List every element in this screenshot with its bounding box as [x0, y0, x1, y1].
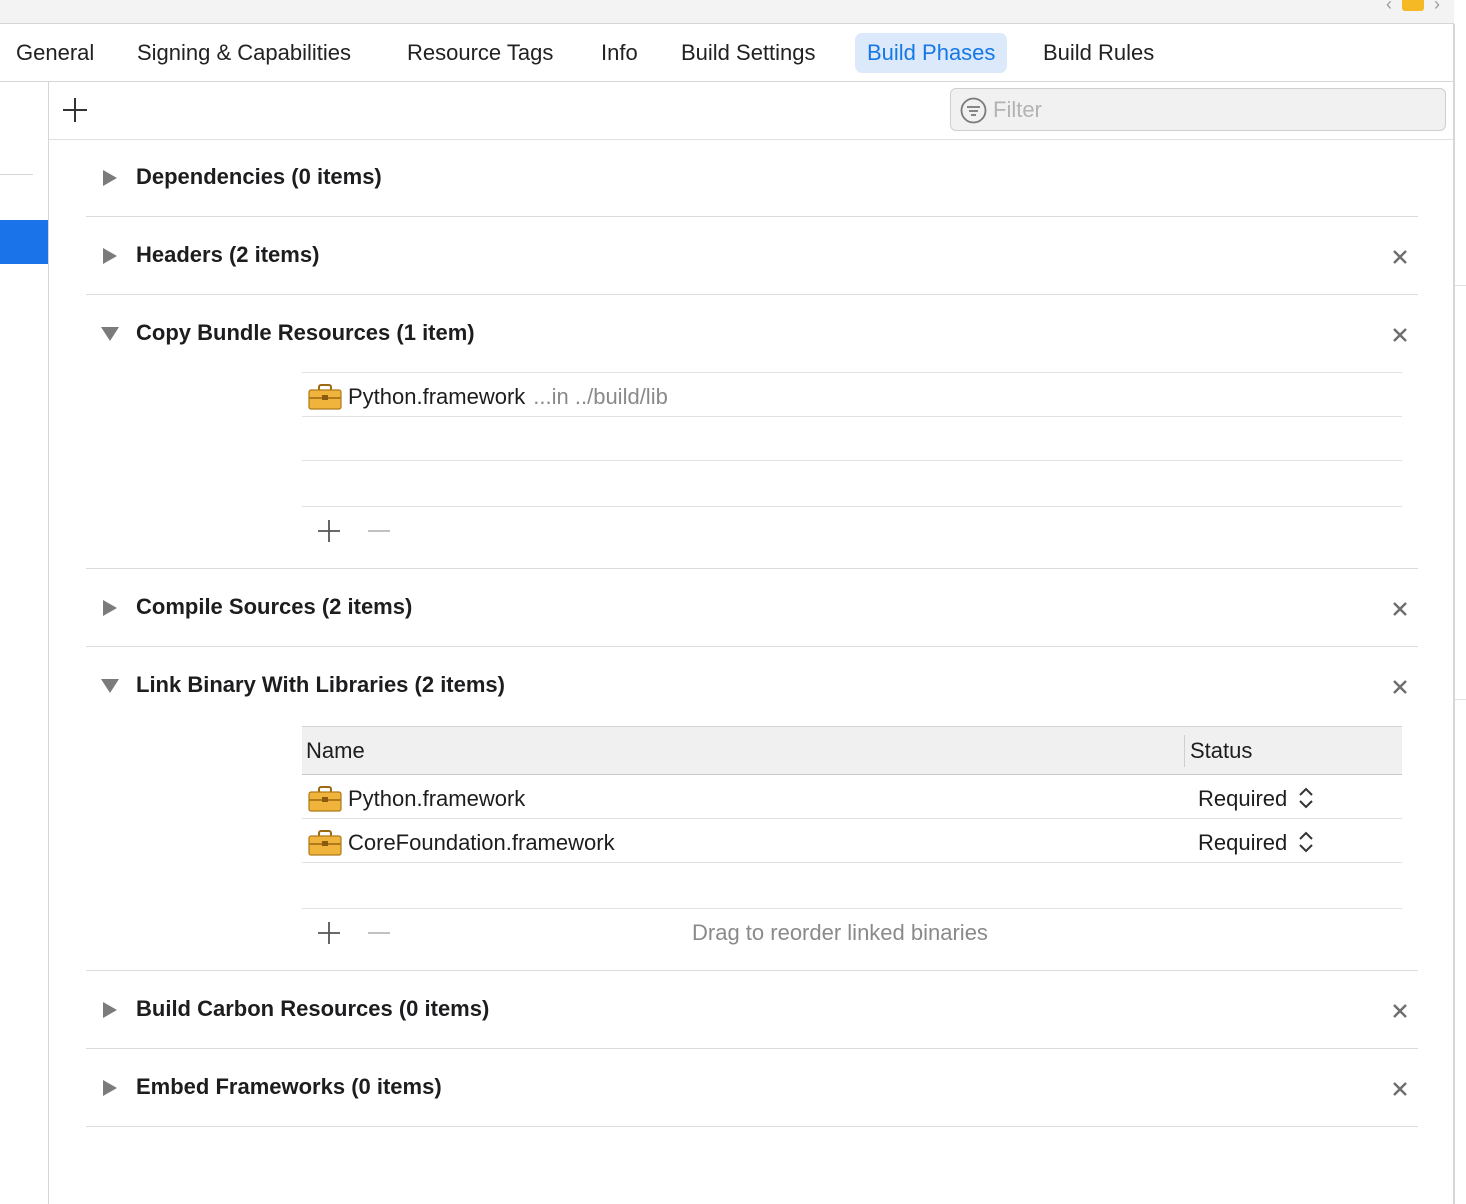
list-divider: [302, 818, 1402, 819]
phase-embed-frameworks[interactable]: Embed Frameworks (0 items): [86, 1050, 1418, 1128]
tab-build-phases[interactable]: Build Phases: [855, 33, 1008, 73]
phase-divider: [86, 970, 1418, 971]
list-divider: [302, 372, 1402, 373]
back-chevron-icon[interactable]: ‹: [1386, 0, 1392, 15]
close-icon[interactable]: [1391, 1080, 1409, 1098]
file-name: Python.framework ...in ../build/lib: [348, 384, 668, 410]
phase-divider: [86, 216, 1418, 217]
column-header-status[interactable]: Status: [1190, 738, 1252, 764]
plus-icon[interactable]: [61, 96, 89, 124]
minus-icon[interactable]: [367, 921, 391, 945]
targets-sidebar: [0, 82, 49, 1204]
build-phases-toolbar: [49, 82, 1453, 140]
phase-compile-sources[interactable]: Compile Sources (2 items): [86, 570, 1418, 648]
filter-icon: [960, 97, 987, 124]
tab-signing-capabilities[interactable]: Signing & Capabilities: [125, 33, 363, 73]
libraries-table-header: Name Status: [302, 726, 1402, 775]
phase-title: Build Carbon Resources (0 items): [136, 996, 490, 1021]
toolbox-icon: [308, 384, 342, 410]
filter-input[interactable]: [993, 94, 1433, 126]
phase-title: Compile Sources (2 items): [136, 594, 413, 619]
phase-headers[interactable]: Headers (2 items): [86, 218, 1418, 296]
list-item[interactable]: Python.framework ...in ../build/lib: [302, 374, 1402, 418]
column-header-name[interactable]: Name: [306, 738, 365, 764]
close-icon[interactable]: [1391, 1002, 1409, 1020]
tab-build-rules[interactable]: Build Rules: [1031, 33, 1166, 73]
disclosure-right-icon[interactable]: [100, 597, 120, 619]
phase-title: Dependencies (0 items): [136, 164, 382, 189]
scrollbar-track[interactable]: [1455, 285, 1466, 700]
file-location: ...in ../build/lib: [533, 384, 668, 409]
column-divider[interactable]: [1184, 735, 1185, 767]
sidebar-selected-target[interactable]: [0, 220, 48, 264]
tab-info[interactable]: Info: [589, 33, 650, 73]
list-divider: [302, 908, 1402, 909]
list-divider: [302, 506, 1402, 507]
phase-title: Headers (2 items): [136, 242, 320, 267]
sidebar-divider: [0, 174, 33, 175]
close-icon[interactable]: [1391, 678, 1409, 696]
phase-divider: [86, 1126, 1418, 1127]
file-name-text: Python.framework: [348, 384, 526, 409]
phase-title: Link Binary With Libraries (2 items): [136, 672, 505, 697]
tab-general[interactable]: General: [4, 33, 106, 73]
close-icon[interactable]: [1391, 326, 1409, 344]
toolbox-icon: [308, 830, 342, 856]
phase-divider: [86, 568, 1418, 569]
phase-link-binary-with-libraries[interactable]: Link Binary With Libraries (2 items): [86, 648, 1418, 726]
up-down-chevron-icon[interactable]: [1298, 785, 1314, 811]
add-remove-controls: [315, 516, 405, 546]
disclosure-right-icon[interactable]: [100, 1077, 120, 1099]
tab-build-settings[interactable]: Build Settings: [669, 33, 828, 73]
warning-badge-icon[interactable]: [1402, 0, 1424, 11]
phase-copy-bundle-resources[interactable]: Copy Bundle Resources (1 item): [86, 296, 1418, 374]
library-name: CoreFoundation.framework: [348, 830, 615, 855]
close-icon[interactable]: [1391, 248, 1409, 266]
phase-divider: [86, 294, 1418, 295]
toolbox-icon: [308, 786, 342, 812]
window-top-strip: ‹ ›: [0, 0, 1454, 24]
phase-title: Copy Bundle Resources (1 item): [136, 320, 475, 345]
list-divider: [302, 460, 1402, 461]
minus-icon[interactable]: [367, 519, 391, 543]
status-select[interactable]: Required: [1198, 786, 1287, 812]
list-divider: [302, 416, 1402, 417]
nav-arrows: ‹ ›: [1386, 0, 1440, 15]
disclosure-right-icon[interactable]: [100, 999, 120, 1021]
library-name: Python.framework: [348, 786, 526, 811]
disclosure-down-icon[interactable]: [100, 323, 120, 345]
disclosure-right-icon[interactable]: [100, 245, 120, 267]
phase-dependencies[interactable]: Dependencies (0 items): [86, 140, 1418, 218]
editor-tab-bar: General Signing & Capabilities Resource …: [0, 24, 1454, 82]
table-row[interactable]: CoreFoundation.framework Required: [302, 820, 1402, 864]
tab-resource-tags[interactable]: Resource Tags: [395, 33, 565, 73]
phase-title: Embed Frameworks (0 items): [136, 1074, 442, 1099]
phase-divider: [86, 646, 1418, 647]
disclosure-down-icon[interactable]: [100, 675, 120, 697]
status-select[interactable]: Required: [1198, 830, 1287, 856]
phase-build-carbon-resources[interactable]: Build Carbon Resources (0 items): [86, 972, 1418, 1050]
disclosure-right-icon[interactable]: [100, 167, 120, 189]
plus-icon[interactable]: [317, 921, 341, 945]
filter-field[interactable]: [950, 88, 1446, 131]
reorder-hint: Drag to reorder linked binaries: [692, 920, 988, 945]
close-icon[interactable]: [1391, 600, 1409, 618]
table-row[interactable]: Python.framework Required: [302, 776, 1402, 820]
plus-icon[interactable]: [317, 519, 341, 543]
phase-divider: [86, 1048, 1418, 1049]
forward-chevron-icon[interactable]: ›: [1434, 0, 1440, 15]
add-remove-controls: [315, 918, 405, 948]
xcode-build-phases-window: ‹ › General Signing & Capabilities Resou…: [0, 0, 1466, 1204]
up-down-chevron-icon[interactable]: [1298, 829, 1314, 855]
list-divider: [302, 862, 1402, 863]
